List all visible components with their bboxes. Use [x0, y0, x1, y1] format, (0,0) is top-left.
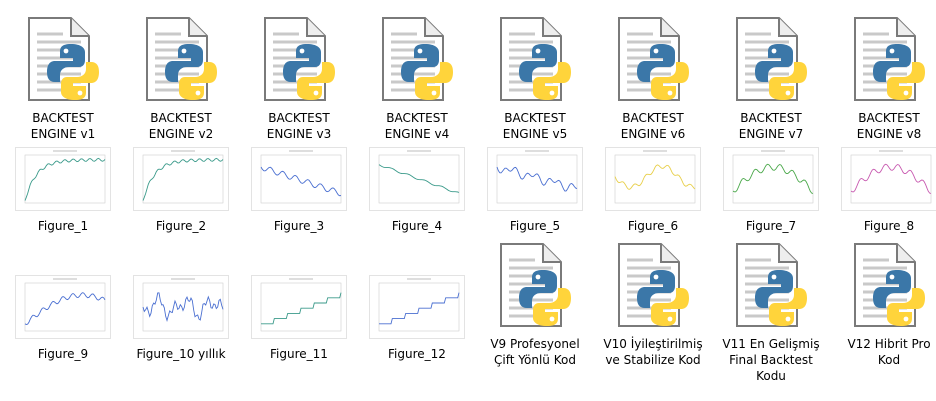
- file-figure-6[interactable]: Figure_6: [598, 144, 708, 234]
- chart-thumbnail-icon: [251, 275, 347, 339]
- python-file-icon: [264, 17, 335, 101]
- file-backtest-engine-v5[interactable]: BACKTEST ENGINE v5: [480, 14, 590, 142]
- chart-thumbnail-icon: [133, 147, 229, 211]
- chart-thumbnail-icon: [369, 275, 465, 339]
- file-figure-10-yillik[interactable]: Figure_10 yıllık: [126, 272, 236, 362]
- file-label: Figure_9: [37, 347, 89, 361]
- file-label: Figure_4: [391, 219, 443, 233]
- file-backtest-engine-v6[interactable]: BACKTEST ENGINE v6: [598, 14, 708, 142]
- file-figure-12[interactable]: Figure_12: [362, 272, 472, 362]
- file-label: Figure_2: [155, 219, 207, 233]
- file-figure-3[interactable]: Figure_3: [244, 144, 354, 234]
- file-label: Figure_7: [745, 219, 797, 233]
- python-file-icon: [500, 17, 571, 101]
- file-backtest-engine-v2[interactable]: BACKTEST ENGINE v2: [126, 14, 236, 142]
- python-file-icon: [146, 17, 217, 101]
- file-figure-7[interactable]: Figure_7: [716, 144, 826, 234]
- python-file-icon: [382, 17, 453, 101]
- file-label: BACKTEST ENGINE v3: [266, 111, 332, 141]
- python-file-icon: [618, 17, 689, 101]
- file-label: V12 Hibrit Pro Kod: [847, 337, 931, 367]
- file-label: BACKTEST ENGINE v2: [148, 111, 214, 141]
- file-figure-1[interactable]: Figure_1: [8, 144, 118, 234]
- file-explorer-view: { "colors": { "python_blue": "#3b77a8", …: [0, 0, 936, 401]
- chart-thumbnail-icon: [251, 147, 347, 211]
- file-label: Figure_6: [627, 219, 679, 233]
- python-file-icon: [28, 17, 99, 101]
- file-figure-2[interactable]: Figure_2: [126, 144, 236, 234]
- chart-thumbnail-icon: [723, 147, 819, 211]
- file-backtest-engine-v1[interactable]: BACKTEST ENGINE v1: [8, 14, 118, 142]
- file-label: Figure_11: [270, 347, 328, 361]
- chart-thumbnail-icon: [133, 275, 229, 339]
- python-file-icon: [736, 17, 807, 101]
- python-file-icon: [854, 243, 925, 327]
- file-label: BACKTEST ENGINE v4: [384, 111, 450, 141]
- file-label: Figure_10 yıllık: [136, 347, 226, 361]
- python-file-icon: [736, 243, 807, 327]
- chart-thumbnail-icon: [605, 147, 701, 211]
- file-backtest-engine-v7[interactable]: BACKTEST ENGINE v7: [716, 14, 826, 142]
- file-backtest-engine-v3[interactable]: BACKTEST ENGINE v3: [244, 14, 354, 142]
- chart-thumbnail-icon: [15, 147, 111, 211]
- python-file-icon: [618, 243, 689, 327]
- file-label: BACKTEST ENGINE v7: [738, 111, 804, 141]
- file-label: Figure_8: [863, 219, 915, 233]
- file-label: BACKTEST ENGINE v1: [30, 111, 96, 141]
- file-figure-9[interactable]: Figure_9: [8, 272, 118, 362]
- file-label: BACKTEST ENGINE v5: [502, 111, 568, 141]
- file-label: BACKTEST ENGINE v8: [856, 111, 922, 141]
- file-label: Figure_12: [388, 347, 446, 361]
- file-backtest-engine-v4[interactable]: BACKTEST ENGINE v4: [362, 14, 472, 142]
- python-file-icon: [500, 243, 571, 327]
- file-v10-iyilestirilmis[interactable]: V10 İyileştirilmiş ve Stabilize Kod: [598, 240, 708, 368]
- file-figure-5[interactable]: Figure_5: [480, 144, 590, 234]
- python-file-icon: [854, 17, 925, 101]
- chart-thumbnail-icon: [841, 147, 936, 211]
- file-label: V10 İyileştirilmiş ve Stabilize Kod: [603, 337, 703, 367]
- file-label: V11 En Gelişmiş Final Backtest Kodu: [722, 337, 820, 383]
- file-label: Figure_3: [273, 219, 325, 233]
- file-v11-en-gelismis[interactable]: V11 En Gelişmiş Final Backtest Kodu: [716, 240, 826, 384]
- file-backtest-engine-v8[interactable]: BACKTEST ENGINE v8: [834, 14, 936, 142]
- file-label: Figure_1: [37, 219, 89, 233]
- chart-thumbnail-icon: [15, 275, 111, 339]
- file-v12-hibrit-pro[interactable]: V12 Hibrit Pro Kod: [834, 240, 936, 368]
- file-figure-4[interactable]: Figure_4: [362, 144, 472, 234]
- file-figure-8[interactable]: Figure_8: [834, 144, 936, 234]
- file-label: Figure_5: [509, 219, 561, 233]
- file-label: BACKTEST ENGINE v6: [620, 111, 686, 141]
- file-figure-11[interactable]: Figure_11: [244, 272, 354, 362]
- chart-thumbnail-icon: [487, 147, 583, 211]
- file-v9-profesyonel[interactable]: V9 Profesyonel Çift Yönlü Kod: [480, 240, 590, 368]
- file-label: V9 Profesyonel Çift Yönlü Kod: [490, 337, 580, 367]
- chart-thumbnail-icon: [369, 147, 465, 211]
